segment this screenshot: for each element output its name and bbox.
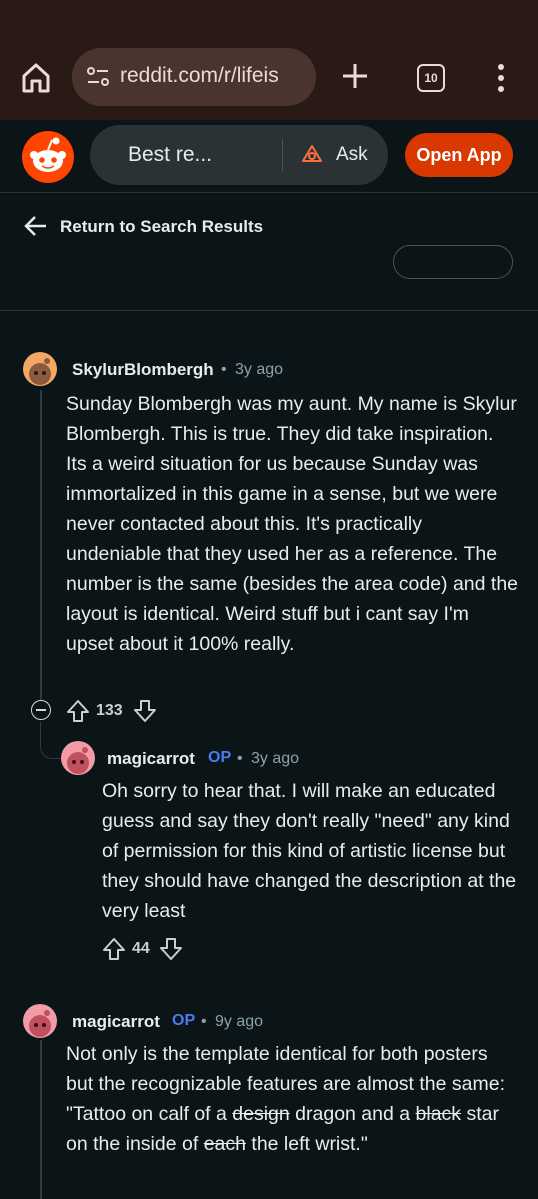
more-options-icon[interactable]: [496, 64, 506, 92]
comment-separator: •: [201, 1013, 207, 1030]
new-tab-icon[interactable]: [341, 62, 369, 90]
comment-author[interactable]: magicarrot: [72, 1012, 160, 1032]
search-divider: [282, 139, 283, 171]
comment-text: the left wrist.": [245, 1133, 368, 1155]
op-badge: OP: [208, 749, 232, 766]
search-bar[interactable]: Best re... Ask: [90, 125, 388, 185]
comment-text: dragon and a: [289, 1103, 416, 1125]
downvote-icon[interactable]: [133, 699, 157, 723]
comment-body: Oh sorry to hear that. I will make an ed…: [102, 780, 517, 922]
comment-author[interactable]: SkylurBlombergh: [72, 360, 214, 380]
tab-switcher-button[interactable]: 10: [417, 64, 445, 92]
comment-timestamp: 3y ago: [251, 750, 300, 767]
ask-button[interactable]: Ask: [336, 144, 368, 166]
avatar-image: [23, 352, 57, 386]
downvote-icon[interactable]: [159, 937, 183, 961]
strikethrough-text: black: [415, 1103, 462, 1125]
avatar-image: [23, 1004, 57, 1038]
reddit-logo-icon[interactable]: [22, 131, 74, 183]
comment-timestamp: 3y ago: [235, 361, 284, 378]
comment-separator: •: [237, 750, 243, 767]
upvote-icon[interactable]: [66, 699, 90, 723]
avatar-image: [61, 741, 95, 775]
comment-body: Not only is the template identical for b…: [66, 1039, 506, 1159]
avatar[interactable]: [23, 352, 57, 386]
address-bar[interactable]: reddit.com/r/lifeis: [72, 48, 316, 106]
browser-toolbar: reddit.com/r/lifeis 10: [0, 0, 538, 120]
comment-timestamp: 9y ago: [215, 1013, 264, 1030]
collapse-thread-button[interactable]: [31, 700, 51, 720]
avatar[interactable]: [61, 741, 95, 775]
thread-line: [40, 1040, 42, 1199]
comment-separator: •: [221, 361, 227, 378]
avatar[interactable]: [23, 1004, 57, 1038]
share-button[interactable]: [393, 245, 513, 279]
thread-connector: [40, 722, 61, 759]
comment-body: Sunday Blombergh was my aunt. My name is…: [66, 393, 519, 655]
upvote-icon[interactable]: [102, 937, 126, 961]
open-app-button[interactable]: Open App: [405, 133, 513, 177]
vote-score: 133: [96, 702, 123, 719]
comment-author[interactable]: magicarrot: [107, 749, 195, 769]
return-to-search-label: Return to Search Results: [60, 217, 264, 236]
vote-score: 44: [132, 940, 150, 957]
home-icon[interactable]: [18, 60, 54, 96]
url-text: reddit.com/r/lifeis: [120, 64, 279, 87]
back-arrow-icon[interactable]: [24, 215, 48, 237]
ask-icon[interactable]: [300, 143, 324, 167]
strikethrough-text: design: [232, 1103, 290, 1125]
site-settings-icon[interactable]: [86, 66, 110, 88]
post-actions-strip: [0, 245, 538, 311]
op-badge: OP: [172, 1012, 196, 1029]
strikethrough-text: each: [203, 1133, 246, 1155]
thread-line: [40, 390, 42, 700]
search-query: Best re...: [128, 143, 213, 166]
